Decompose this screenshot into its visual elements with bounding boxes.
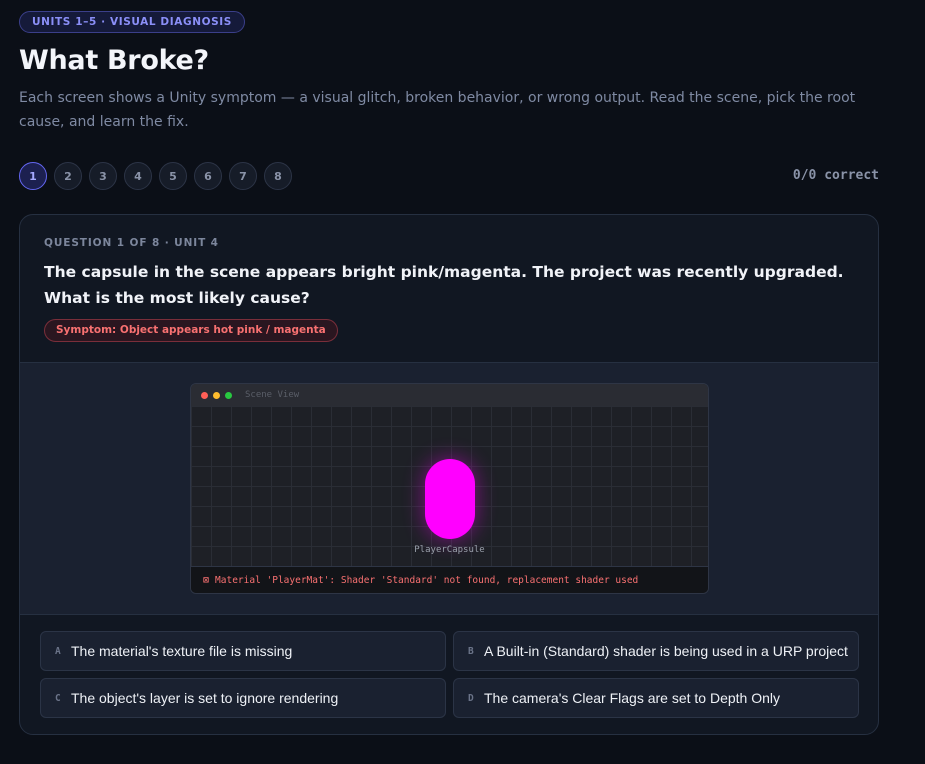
answer-text: The camera's Clear Flags are set to Dept… bbox=[484, 690, 781, 706]
step-button-5[interactable]: 5 bbox=[159, 162, 187, 190]
scene-grid: PlayerCapsule bbox=[191, 406, 708, 568]
step-button-1[interactable]: 1 bbox=[19, 162, 47, 190]
scene-titlebar: Scene View bbox=[191, 384, 708, 406]
step-button-7[interactable]: 7 bbox=[229, 162, 257, 190]
question-meta: QUESTION 1 OF 8 · UNIT 4 bbox=[44, 237, 219, 249]
maximize-dot-icon bbox=[225, 391, 232, 399]
answer-option-b[interactable]: B A Built-in (Standard) shader is being … bbox=[453, 631, 859, 671]
section-badge: UNITS 1–5 · VISUAL DIAGNOSIS bbox=[19, 11, 245, 33]
page-title: What Broke? bbox=[19, 45, 209, 76]
answer-letter: B bbox=[468, 645, 474, 657]
answer-letter: D bbox=[468, 692, 474, 704]
question-stepper: 1 2 3 4 5 6 7 8 bbox=[19, 162, 292, 190]
console-error: ⊠ Material 'PlayerMat': Shader 'Standard… bbox=[191, 566, 708, 593]
score-counter: 0/0 correct bbox=[792, 168, 879, 183]
answer-option-c[interactable]: C The object's layer is set to ignore re… bbox=[40, 678, 446, 718]
answer-option-d[interactable]: D The camera's Clear Flags are set to De… bbox=[453, 678, 859, 718]
answer-text: The object's layer is set to ignore rend… bbox=[71, 690, 339, 706]
player-capsule bbox=[425, 459, 475, 539]
question-header: QUESTION 1 OF 8 · UNIT 4 The capsule in … bbox=[20, 215, 878, 362]
step-button-2[interactable]: 2 bbox=[54, 162, 82, 190]
step-button-4[interactable]: 4 bbox=[124, 162, 152, 190]
step-button-3[interactable]: 3 bbox=[89, 162, 117, 190]
answer-letter: A bbox=[55, 645, 61, 657]
answer-text: A Built-in (Standard) shader is being us… bbox=[484, 643, 848, 659]
console-message: Material 'PlayerMat': Shader 'Standard' … bbox=[215, 574, 639, 586]
question-card: QUESTION 1 OF 8 · UNIT 4 The capsule in … bbox=[19, 214, 879, 735]
step-button-6[interactable]: 6 bbox=[194, 162, 222, 190]
scene-view-window: Scene View PlayerCapsule ⊠ Material 'Pla… bbox=[190, 383, 709, 594]
question-text: The capsule in the scene appears bright … bbox=[44, 263, 844, 307]
scene-stage: Scene View PlayerCapsule ⊠ Material 'Pla… bbox=[20, 362, 878, 615]
answer-letter: C bbox=[55, 692, 61, 704]
page-subtitle: Each screen shows a Unity symptom — a vi… bbox=[19, 90, 856, 130]
error-icon: ⊠ bbox=[203, 574, 210, 586]
scene-window-label: Scene View bbox=[245, 390, 300, 400]
object-label: PlayerCapsule bbox=[414, 545, 485, 555]
symptom-badge: Symptom: Object appears hot pink / magen… bbox=[44, 319, 338, 342]
answer-options: A The material's texture file is missing… bbox=[40, 631, 859, 718]
step-button-8[interactable]: 8 bbox=[264, 162, 292, 190]
close-dot-icon bbox=[201, 391, 208, 399]
minimize-dot-icon bbox=[213, 391, 220, 399]
answer-option-a[interactable]: A The material's texture file is missing bbox=[40, 631, 446, 671]
answer-text: The material's texture file is missing bbox=[71, 643, 293, 659]
